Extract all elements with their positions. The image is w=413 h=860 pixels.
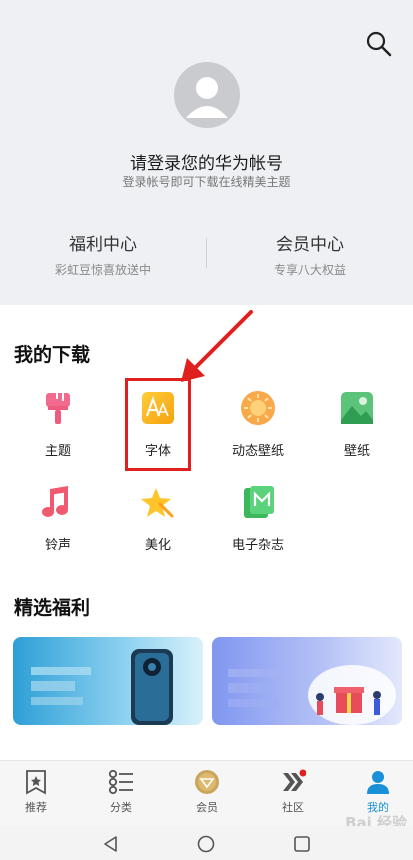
user-silhouette-icon (186, 77, 228, 118)
member-center[interactable]: 会员中心 专享八大权益 (207, 230, 413, 278)
benefit-banner-2[interactable] (212, 637, 402, 725)
tab-community-label: 社区 (282, 801, 304, 814)
tab-recommend-label: 推荐 (25, 801, 47, 814)
tab-community[interactable]: 社区 (252, 769, 334, 815)
profile-icon (365, 769, 391, 795)
community-icon (280, 769, 307, 795)
download-ringtone-label: 铃声 (44, 538, 71, 553)
account-header: 请登录您的华为帐号 登录帐号即可下载在线精美主题 福利中心 彩虹豆惊喜放送中 会… (0, 0, 413, 305)
banner-gift-image (212, 637, 402, 725)
download-wallpaper[interactable]: 壁纸 (312, 390, 402, 459)
annotation-arrow-icon (181, 310, 253, 382)
benefits-title: 精选福利 (14, 597, 91, 619)
download-live-wallpaper[interactable]: 动态壁纸 (213, 390, 303, 459)
search-icon[interactable] (365, 30, 393, 58)
downloads-title: 我的下载 (14, 344, 91, 366)
recents-icon[interactable] (293, 835, 311, 853)
tab-category[interactable]: 分类 (80, 769, 162, 815)
ringtone-icon (40, 484, 76, 520)
stats-divider (206, 238, 207, 268)
beautify-star-icon (140, 484, 176, 520)
download-live-wallpaper-label: 动态壁纸 (231, 444, 284, 459)
member-center-subtitle: 专享八大权益 (273, 263, 346, 277)
download-ringtone[interactable]: 铃声 (13, 484, 103, 553)
category-icon (108, 769, 134, 795)
tab-vip-label: 会员 (196, 801, 218, 814)
wallpaper-icon (339, 390, 375, 426)
download-theme[interactable]: 主题 (13, 390, 103, 459)
download-magazine[interactable]: 电子杂志 (213, 484, 303, 553)
banner-phone-image (13, 637, 203, 725)
download-theme-label: 主题 (44, 444, 71, 459)
system-nav-bar (0, 826, 413, 860)
login-title[interactable]: 请登录您的华为帐号 (0, 149, 413, 174)
vip-icon (194, 769, 220, 795)
back-icon[interactable] (102, 835, 120, 853)
avatar[interactable] (174, 62, 240, 128)
font-highlight-box (125, 378, 191, 471)
tab-category-label: 分类 (110, 801, 132, 814)
tab-recommend[interactable]: 推荐 (0, 769, 77, 815)
welfare-center[interactable]: 福利中心 彩虹豆惊喜放送中 (0, 230, 206, 278)
welfare-center-title: 福利中心 (69, 235, 137, 255)
recommend-icon (23, 769, 49, 795)
download-magazine-label: 电子杂志 (231, 538, 284, 553)
tab-vip[interactable]: 会员 (166, 769, 248, 815)
download-beautify[interactable]: 美化 (113, 484, 203, 553)
live-wallpaper-icon (240, 390, 276, 426)
welfare-center-subtitle: 彩虹豆惊喜放送中 (54, 263, 151, 277)
member-center-title: 会员中心 (276, 235, 344, 255)
tab-profile[interactable]: 我的 (337, 769, 413, 815)
download-wallpaper-label: 壁纸 (343, 444, 370, 459)
benefit-banner-1[interactable] (13, 637, 203, 725)
download-beautify-label: 美化 (144, 538, 171, 553)
login-subtitle: 登录帐号即可下载在线精美主题 (122, 175, 291, 189)
home-icon[interactable] (197, 835, 215, 853)
theme-brush-icon (40, 390, 76, 426)
magazine-icon (240, 484, 276, 520)
